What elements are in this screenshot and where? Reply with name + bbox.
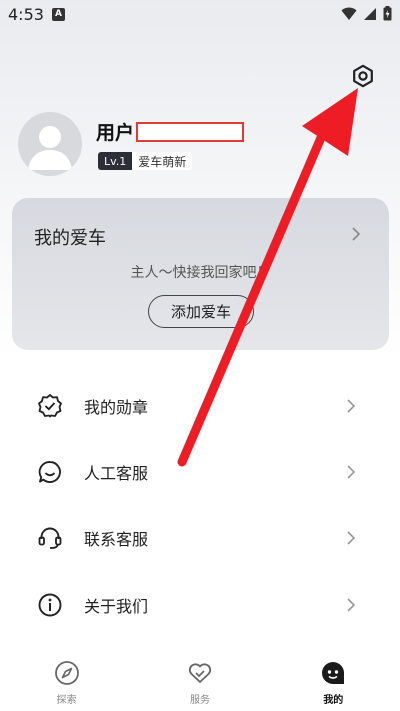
level-badge: Lv.1: [98, 152, 133, 170]
chevron-right-icon: [347, 465, 356, 479]
menu-item-about-us[interactable]: 关于我们: [0, 575, 400, 635]
headset-icon: [37, 525, 63, 551]
redaction-box: [136, 121, 245, 142]
avatar[interactable]: [18, 112, 82, 176]
level-title: 爱车萌新: [132, 152, 193, 170]
battery-icon: [383, 6, 392, 21]
status-bar: 4:53 A: [0, 0, 400, 28]
level-row[interactable]: Lv.1 爱车萌新: [98, 151, 193, 171]
badge-check-icon: [37, 393, 63, 419]
menu-item-label: 人工客服: [84, 464, 149, 483]
menu-item-medals[interactable]: 我的勋章: [0, 376, 400, 436]
username: 用户: [96, 122, 135, 144]
username-row: 用户: [96, 118, 245, 145]
my-car-title: 我的爱车: [34, 228, 106, 249]
menu-item-label: 关于我们: [84, 597, 149, 616]
chevron-right-icon: [352, 227, 361, 241]
tab-mine[interactable]: 我的: [267, 650, 400, 711]
notification-icon: A: [51, 7, 65, 21]
tab-service[interactable]: 服务: [133, 650, 266, 711]
info-icon: [37, 592, 63, 618]
bottom-nav: 探索 服务 我的: [0, 650, 400, 711]
settings-button[interactable]: [348, 61, 378, 91]
status-icons: [341, 6, 392, 21]
menu-item-contact-service[interactable]: 联系客服: [0, 508, 400, 568]
chevron-right-icon: [347, 399, 356, 413]
face-icon: [322, 662, 345, 684]
settings-hexagon-icon: [353, 64, 373, 88]
add-car-button[interactable]: 添加爱车: [148, 295, 254, 328]
signal-icon: [364, 7, 376, 20]
menu-item-label: 我的勋章: [84, 398, 149, 417]
tab-explore[interactable]: 探索: [0, 650, 133, 711]
menu-item-label: 联系客服: [84, 530, 149, 549]
tab-label: 我的: [323, 695, 344, 706]
default-avatar-icon: [28, 126, 72, 170]
chat-smile-icon: [37, 459, 63, 485]
my-car-card[interactable]: 我的爱车 主人～快接我回家吧！ 添加爱车: [12, 198, 389, 350]
compass-icon: [54, 661, 79, 685]
menu-item-human-service[interactable]: 人工客服: [0, 442, 400, 502]
tab-label: 探索: [56, 695, 77, 706]
chevron-right-icon: [347, 531, 356, 545]
car-prompt-text: 主人～快接我回家吧！: [130, 265, 271, 281]
chevron-right-icon: [347, 598, 356, 612]
wifi-icon: [341, 7, 357, 20]
status-time: 4:53: [8, 4, 44, 24]
tab-label: 服务: [189, 695, 210, 706]
heart-check-icon: [188, 663, 212, 683]
